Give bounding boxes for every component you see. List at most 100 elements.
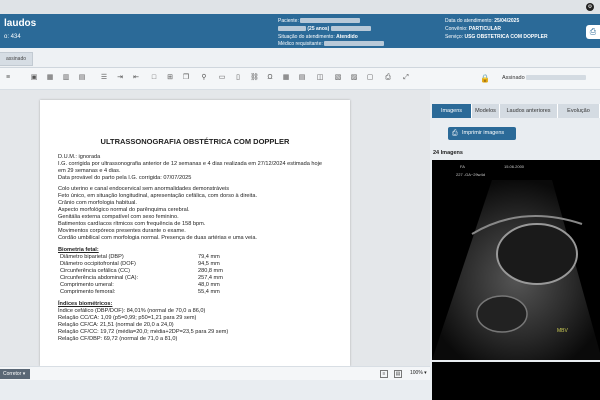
signature-bar: 🔒 Assinado [430,68,600,90]
doc-dum: D.U.M.: ignorada [58,154,101,160]
search-icon[interactable]: ⚲ [200,74,208,82]
ultrasound-image-2[interactable] [432,362,600,400]
doc-ig-line1: I.G. corrigida por ultrassonografia ante… [58,161,322,167]
index-line: Relação CC/CA: 1,09 (p5=0,99; p50=1,21 p… [58,315,197,321]
browser-top-strip: ⚙ [0,0,600,14]
print-images-label: Imprimir imagens [462,130,505,136]
tab-modelos[interactable]: Modelos [472,104,500,118]
biometry-label: Diâmetro biparietal (DBP) [60,254,124,260]
biometry-row: Diâmetro occipitofrontal (DOF) 94,5 mm [58,261,338,268]
doc-dpp: Data provável do parto pela I.G. corrigi… [58,175,192,181]
date-label: Data do atendimento: [445,18,493,24]
sheet2-icon[interactable]: ▤ [298,74,306,82]
biometry-row: Circunferência cefálica (CC) 280,8 mm [58,268,338,275]
protocol-number: o: 434 [4,34,21,40]
index-line: Relação CF/CC: 19,72 (média=20,0; média+… [58,329,229,335]
app-header: laudos o: 434 Paciente: (25 anos) Situaç… [0,14,600,48]
lock-icon: 🔒 [480,74,490,83]
status-line: Situação do atendimento: Atendido [278,34,358,40]
biometry-row: Circunferência abdominal (CA): 257,4 mm [58,275,338,282]
us-caption-label: FA [460,164,465,169]
index-line: Relação CF/DBP: 69,72 (normal de 71,0 a … [58,336,178,342]
finding-line: Cordão umbilical com morfologia normal. … [58,235,257,241]
tab-assinado[interactable]: assinado [0,52,34,66]
agreement-line: Convênio: PARTICULAR [445,26,501,32]
finding-line: Colo uterino e canal endocervical sem an… [58,186,230,192]
biometry-value: 48,0 mm [198,282,220,288]
biometry-label: Circunferência abdominal (CA): [60,275,139,281]
link-icon[interactable]: ⛓ [250,74,259,82]
document-icon[interactable]: ▤ [78,74,86,82]
paste-icon[interactable]: ▯ [234,74,242,82]
tab-laudos-anteriores[interactable]: Laudos anteriores [500,104,558,118]
frame-icon[interactable]: □ [150,74,158,82]
header-action-button[interactable]: ⎙ [586,25,600,39]
app-title: laudos [4,18,37,29]
box-icon[interactable]: ▢ [366,74,374,82]
indices-title: Índices biométricos: [58,301,113,307]
list-icon[interactable]: ☰ [100,74,108,82]
doc-title: ULTRASSONOGRAFIA OBSTÉTRICA COM DOPPLER [100,137,290,146]
patient-label: Paciente: [278,18,299,24]
signed-status: Assinado [502,75,587,81]
document-page[interactable]: ULTRASSONOGRAFIA OBSTÉTRICA COM DOPPLER … [40,100,350,366]
redacted-doctor-name [324,41,385,47]
shade-icon[interactable]: ▨ [350,74,358,82]
agreement-value: PARTICULAR [468,26,502,32]
image-count: 24 Imagens [433,150,463,156]
doctor-label: Médico requisitante: [278,41,323,47]
tab-evolucao[interactable]: Evolução [558,104,600,118]
biometry-row: Comprimento femoral: 55,4 mm [58,289,338,296]
status-value: Atendido [336,34,358,40]
ultrasound-image[interactable]: FA 15.06.2000 227 -GA~29w4d MBV [432,160,600,360]
doctor-line: Médico requisitante: [278,41,385,47]
tab-imagens[interactable]: Imagens [432,104,472,118]
print-images-button[interactable]: ⎙ Imprimir imagens [448,127,516,140]
page-view-icon[interactable]: ≡ [380,370,388,378]
doc-body[interactable]: D.U.M.: ignorada I.G. corrigida por ultr… [58,154,338,343]
printer-icon: ⎙ [452,130,458,137]
layout-icon[interactable]: ▭ [218,74,226,82]
biometry-value: 280,8 mm [198,268,223,274]
service-label: Serviço: [445,34,464,40]
right-panel-tabs: Imagens Modelos Laudos anteriores Evoluç… [430,104,600,118]
print-icon[interactable]: ⎙ [384,74,392,82]
corretor-button[interactable]: Corretor ▾ [0,369,30,379]
biometry-list: Diâmetro biparietal (DBP) 79,4 mm Diâmetr… [58,254,338,296]
doc-ig-line2: em 29 semanas e 4 dias. [58,168,121,174]
fetal-body-outline [476,295,528,333]
shield-icon[interactable]: ⚙ [586,3,594,11]
biometry-value: 257,4 mm [198,275,223,281]
agreement-label: Convênio: [445,26,468,32]
us-caption-date: 15.06.2000 [504,164,525,169]
finding-line: Feto único, em situação longitudinal, ap… [58,193,258,199]
fetal-head-outline [496,223,578,285]
zoom-select[interactable]: 100% ▾ [410,370,427,376]
expand-icon[interactable]: ⤢ [402,74,410,82]
indent-icon[interactable]: ⇥ [116,74,124,82]
sheet-icon[interactable]: ▦ [282,74,290,82]
split-icon[interactable]: ◫ [316,74,324,82]
biometry-value: 79,4 mm [198,254,220,260]
service-value: USG OBSTETRICA COM DOPPLER [464,34,548,40]
redacted-patient-name [300,18,361,24]
finding-line: Crânio com morfologia habitual. [58,200,137,206]
index-line: Índice cefálico (DBP/DOF): 84,01% (norma… [58,308,206,314]
highlight-icon[interactable]: ▧ [334,74,342,82]
multi-page-icon[interactable]: ▤ [394,370,402,378]
special-char-icon[interactable]: Ω [266,74,274,82]
patient-line: Paciente: [278,18,361,24]
chart-icon[interactable]: ▥ [62,74,70,82]
table-icon[interactable]: ▦ [46,74,54,82]
outdent-icon[interactable]: ⇤ [132,74,140,82]
biometry-value: 55,4 mm [198,289,220,295]
grid-icon[interactable]: ⊞ [166,74,174,82]
biometry-row: Diâmetro biparietal (DBP) 79,4 mm [58,254,338,261]
biometry-title: Biometria fetal: [58,247,99,253]
image-icon[interactable]: ▣ [30,74,38,82]
menu-icon[interactable]: ≡ [4,74,12,82]
date-line: Data do atendimento: 25/04/2025 [445,18,519,24]
copy-icon[interactable]: ❐ [182,74,190,82]
mbv-label: MBV [557,328,569,334]
finding-line: Movimentos corpóreos presentes durante o… [58,228,186,234]
